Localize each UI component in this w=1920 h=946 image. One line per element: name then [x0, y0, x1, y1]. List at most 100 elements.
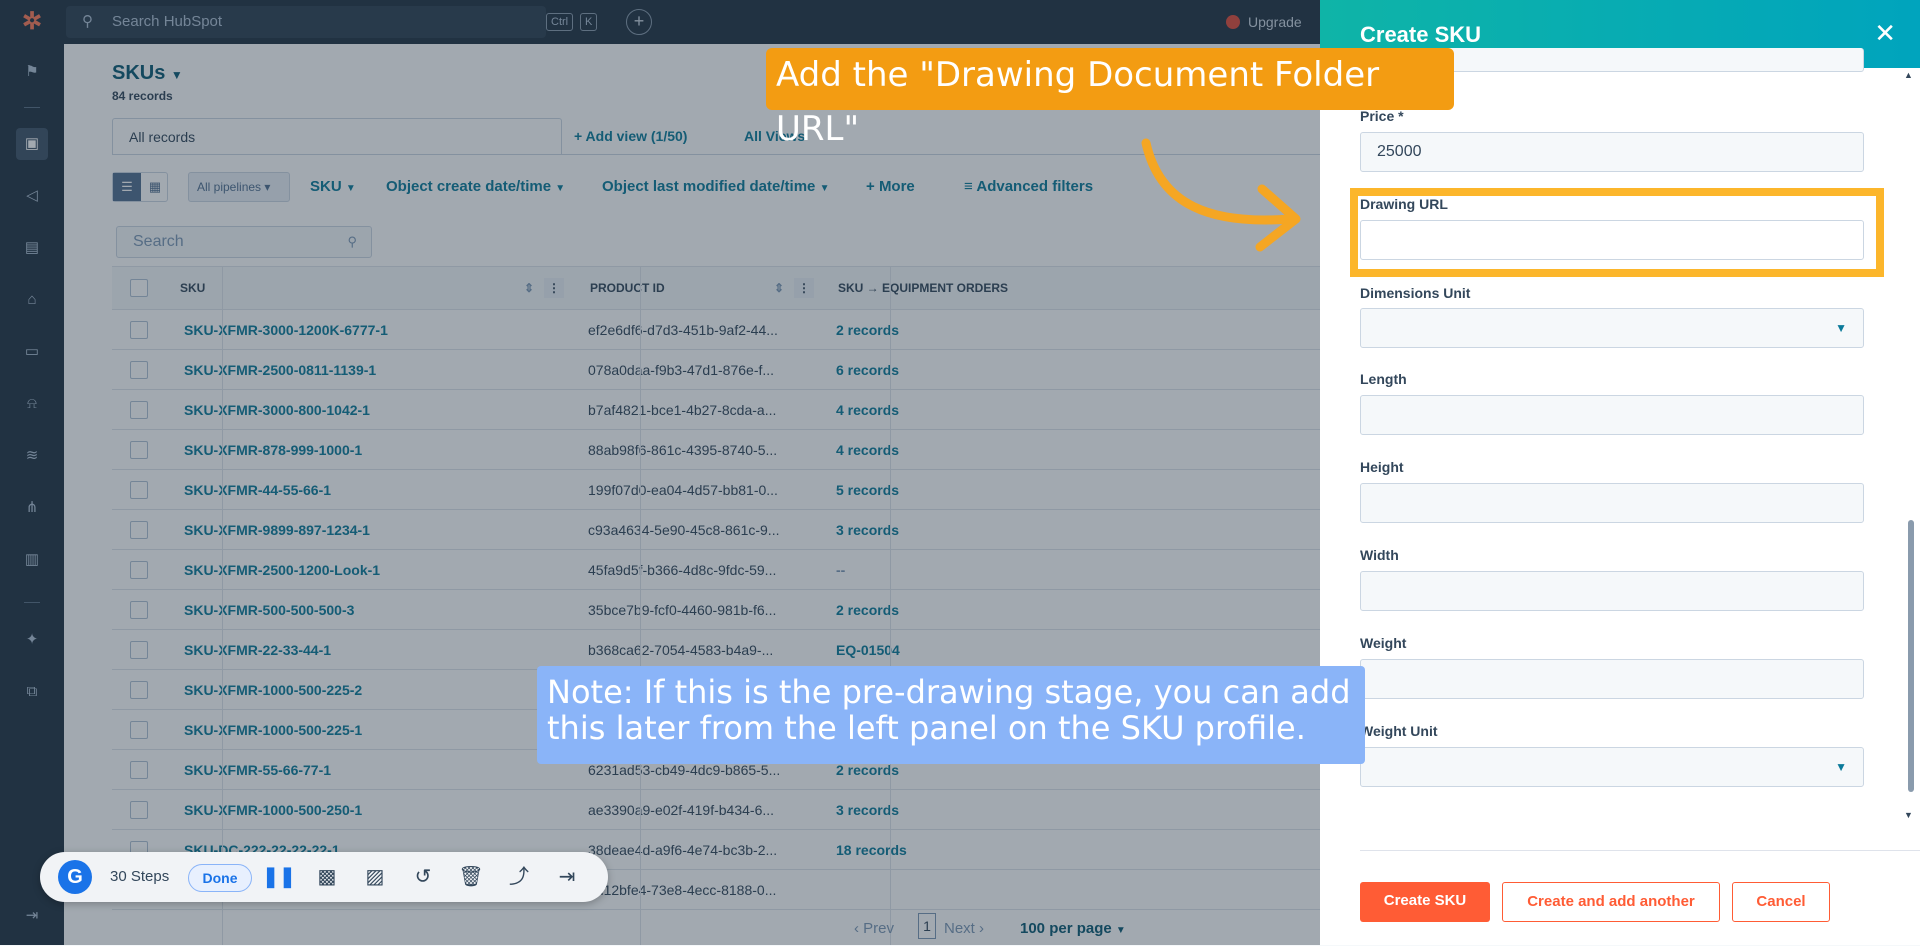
weight-input[interactable] — [1360, 659, 1864, 699]
scrollbar-thumb[interactable] — [1908, 520, 1914, 792]
undo-icon[interactable]: ↺ — [406, 852, 440, 902]
row-checkbox[interactable] — [130, 521, 148, 539]
create-date-filter[interactable]: Object create date/time ▼ — [386, 172, 565, 202]
sort-icon[interactable]: ⇕ — [774, 267, 784, 309]
next-page-button[interactable]: Next › — [944, 914, 984, 944]
table-row[interactable]: SKU-XFMR-500-500-500-3 35bce7b9-fcf0-4460… — [112, 590, 1320, 630]
contacts-icon[interactable]: ▣ — [16, 128, 48, 160]
table-row[interactable]: SKU-XFMR-2500-0811-1139-1 078a0daa-f9b3-4… — [112, 350, 1320, 390]
table-row[interactable]: SKU-XFMR-22-33-44-1 b368ca62-7054-4583-b4… — [112, 630, 1320, 670]
row-checkbox[interactable] — [130, 361, 148, 379]
global-search-input[interactable]: ⚲ Search HubSpot Ctrl K — [66, 6, 598, 38]
image-icon[interactable]: ▨ — [358, 852, 392, 902]
add-view-button[interactable]: + Add view (1/50) — [574, 118, 687, 154]
row-checkbox[interactable] — [130, 641, 148, 659]
row-checkbox[interactable] — [130, 481, 148, 499]
price-input[interactable]: 25000 — [1360, 132, 1864, 172]
more-filters-button[interactable]: + More — [866, 172, 915, 202]
sku-link[interactable]: SKU-XFMR-22-33-44-1 — [184, 630, 584, 670]
row-checkbox[interactable] — [130, 761, 148, 779]
breeze-icon[interactable]: ✦ — [16, 624, 48, 656]
advanced-filters-button[interactable]: ≡ Advanced filters — [964, 172, 1093, 202]
column-header-product-id[interactable]: PRODUCT ID — [590, 267, 665, 309]
sku-link[interactable]: SKU-XFMR-3000-800-1042-1 — [184, 390, 584, 430]
reporting-icon[interactable]: ▥ — [16, 544, 48, 576]
length-input[interactable] — [1360, 395, 1864, 435]
sku-link[interactable]: SKU-XFMR-55-66-77-1 — [184, 750, 584, 790]
current-page[interactable]: 1 — [918, 913, 936, 939]
select-all-checkbox[interactable] — [130, 279, 148, 297]
table-row[interactable]: SKU-XFMR-1000-500-250-1 ae3390a9-e02f-419… — [112, 790, 1320, 830]
sku-link[interactable]: SKU-XFMR-44-55-66-1 — [184, 470, 584, 510]
dimensions-unit-select[interactable]: ▼ — [1360, 308, 1864, 348]
column-header-sku[interactable]: SKU — [180, 267, 205, 309]
sku-link[interactable]: SKU-XFMR-1000-500-225-1 — [184, 710, 584, 750]
table-row[interactable]: SKU-XFMR-878-999-1000-1 88ab98f6-861c-439… — [112, 430, 1320, 470]
create-sku-button[interactable]: Create SKU — [1360, 882, 1490, 922]
service-icon[interactable]: ⍾ — [16, 388, 48, 420]
weight-unit-select[interactable]: ▼ — [1360, 747, 1864, 787]
per-page-select[interactable]: 100 per page ▼ — [1020, 914, 1126, 944]
table-search-input[interactable]: Search ⚲ — [116, 226, 372, 258]
row-checkbox[interactable] — [130, 801, 148, 819]
bookmark-icon[interactable]: ⚑ — [16, 56, 48, 88]
content-icon[interactable]: ▤ — [16, 232, 48, 264]
development-icon[interactable]: ⧉ — [16, 676, 48, 708]
data-management-icon[interactable]: ≋ — [16, 440, 48, 472]
create-plus-icon[interactable]: + — [626, 9, 652, 35]
column-menu-icon[interactable]: ⋮ — [794, 278, 814, 298]
pipelines-select[interactable]: All pipelines ▾ — [188, 172, 290, 202]
sku-link[interactable]: SKU-XFMR-1000-500-250-1 — [184, 790, 584, 830]
commerce-icon[interactable]: ⌂ — [16, 284, 48, 316]
blur-icon[interactable]: ▩ — [310, 852, 344, 902]
upgrade-button[interactable]: Upgrade — [1226, 0, 1302, 44]
equipment-orders-link[interactable]: -- — [836, 550, 845, 590]
sort-icon[interactable]: ⇕ — [524, 267, 534, 309]
pause-icon[interactable]: ❚❚ — [262, 852, 296, 902]
row-checkbox[interactable] — [130, 321, 148, 339]
scroll-down-icon[interactable]: ▼ — [1904, 810, 1913, 820]
page-title[interactable]: SKUs ▼ — [112, 62, 183, 85]
cancel-button[interactable]: Cancel — [1732, 882, 1830, 922]
close-icon[interactable]: ✕ — [1874, 18, 1896, 49]
width-input[interactable] — [1360, 571, 1864, 611]
hubspot-logo-icon[interactable]: ✲ — [18, 8, 46, 36]
row-checkbox[interactable] — [130, 401, 148, 419]
sku-link[interactable]: SKU-XFMR-3000-1200K-6777-1 — [184, 310, 584, 350]
scroll-up-icon[interactable]: ▲ — [1904, 70, 1913, 80]
row-checkbox[interactable] — [130, 721, 148, 739]
sku-filter[interactable]: SKU ▼ — [310, 172, 356, 202]
sku-link[interactable]: SKU-XFMR-500-500-500-3 — [184, 590, 584, 630]
list-view-icon[interactable]: ☰ — [113, 173, 141, 201]
table-row[interactable]: SKU-XFMR-44-55-66-1 199f07d0-ea04-4d57-bb… — [112, 470, 1320, 510]
done-button[interactable]: Done — [188, 864, 252, 892]
sku-link[interactable]: SKU-XFMR-2500-0811-1139-1 — [184, 350, 584, 390]
row-checkbox[interactable] — [130, 681, 148, 699]
export-icon[interactable]: ⤴ — [502, 852, 536, 902]
skip-icon[interactable]: ⇥ — [550, 852, 584, 902]
board-view-icon[interactable]: ▦ — [141, 173, 169, 201]
column-menu-icon[interactable]: ⋮ — [544, 278, 564, 298]
sales-icon[interactable]: ▭ — [16, 336, 48, 368]
sku-link[interactable]: SKU-XFMR-2500-1200-Look-1 — [184, 550, 584, 590]
row-checkbox[interactable] — [130, 441, 148, 459]
sku-link[interactable]: SKU-XFMR-1000-500-225-2 — [184, 670, 584, 710]
automation-icon[interactable]: ⋔ — [16, 492, 48, 524]
prev-page-button[interactable]: ‹ Prev — [854, 914, 894, 944]
sku-link[interactable]: SKU-XFMR-9899-897-1234-1 — [184, 510, 584, 550]
delete-icon[interactable]: 🗑 — [454, 852, 488, 902]
column-header-equipment-orders[interactable]: SKU → EQUIPMENT ORDERS — [838, 267, 1008, 309]
expand-sidebar-icon[interactable]: ⇥ — [16, 900, 48, 932]
row-checkbox[interactable] — [130, 601, 148, 619]
create-and-add-another-button[interactable]: Create and add another — [1502, 882, 1720, 922]
tab-all-records[interactable]: All records — [112, 118, 562, 154]
height-input[interactable] — [1360, 483, 1864, 523]
modified-date-filter[interactable]: Object last modified date/time ▼ — [602, 172, 829, 202]
table-row[interactable]: SKU-XFMR-9899-897-1234-1 c93a4634-5e90-45… — [112, 510, 1320, 550]
table-row[interactable]: SKU-XFMR-3000-800-1042-1 b7af4821-bce1-4b… — [112, 390, 1320, 430]
sku-link[interactable]: SKU-XFMR-878-999-1000-1 — [184, 430, 584, 470]
row-checkbox[interactable] — [130, 561, 148, 579]
equipment-orders-link[interactable]: 18 records — [836, 830, 907, 870]
table-row[interactable]: SKU-XFMR-2500-1200-Look-1 45fa9d5f-b366-4… — [112, 550, 1320, 590]
marketing-icon[interactable]: ◁ — [16, 180, 48, 212]
